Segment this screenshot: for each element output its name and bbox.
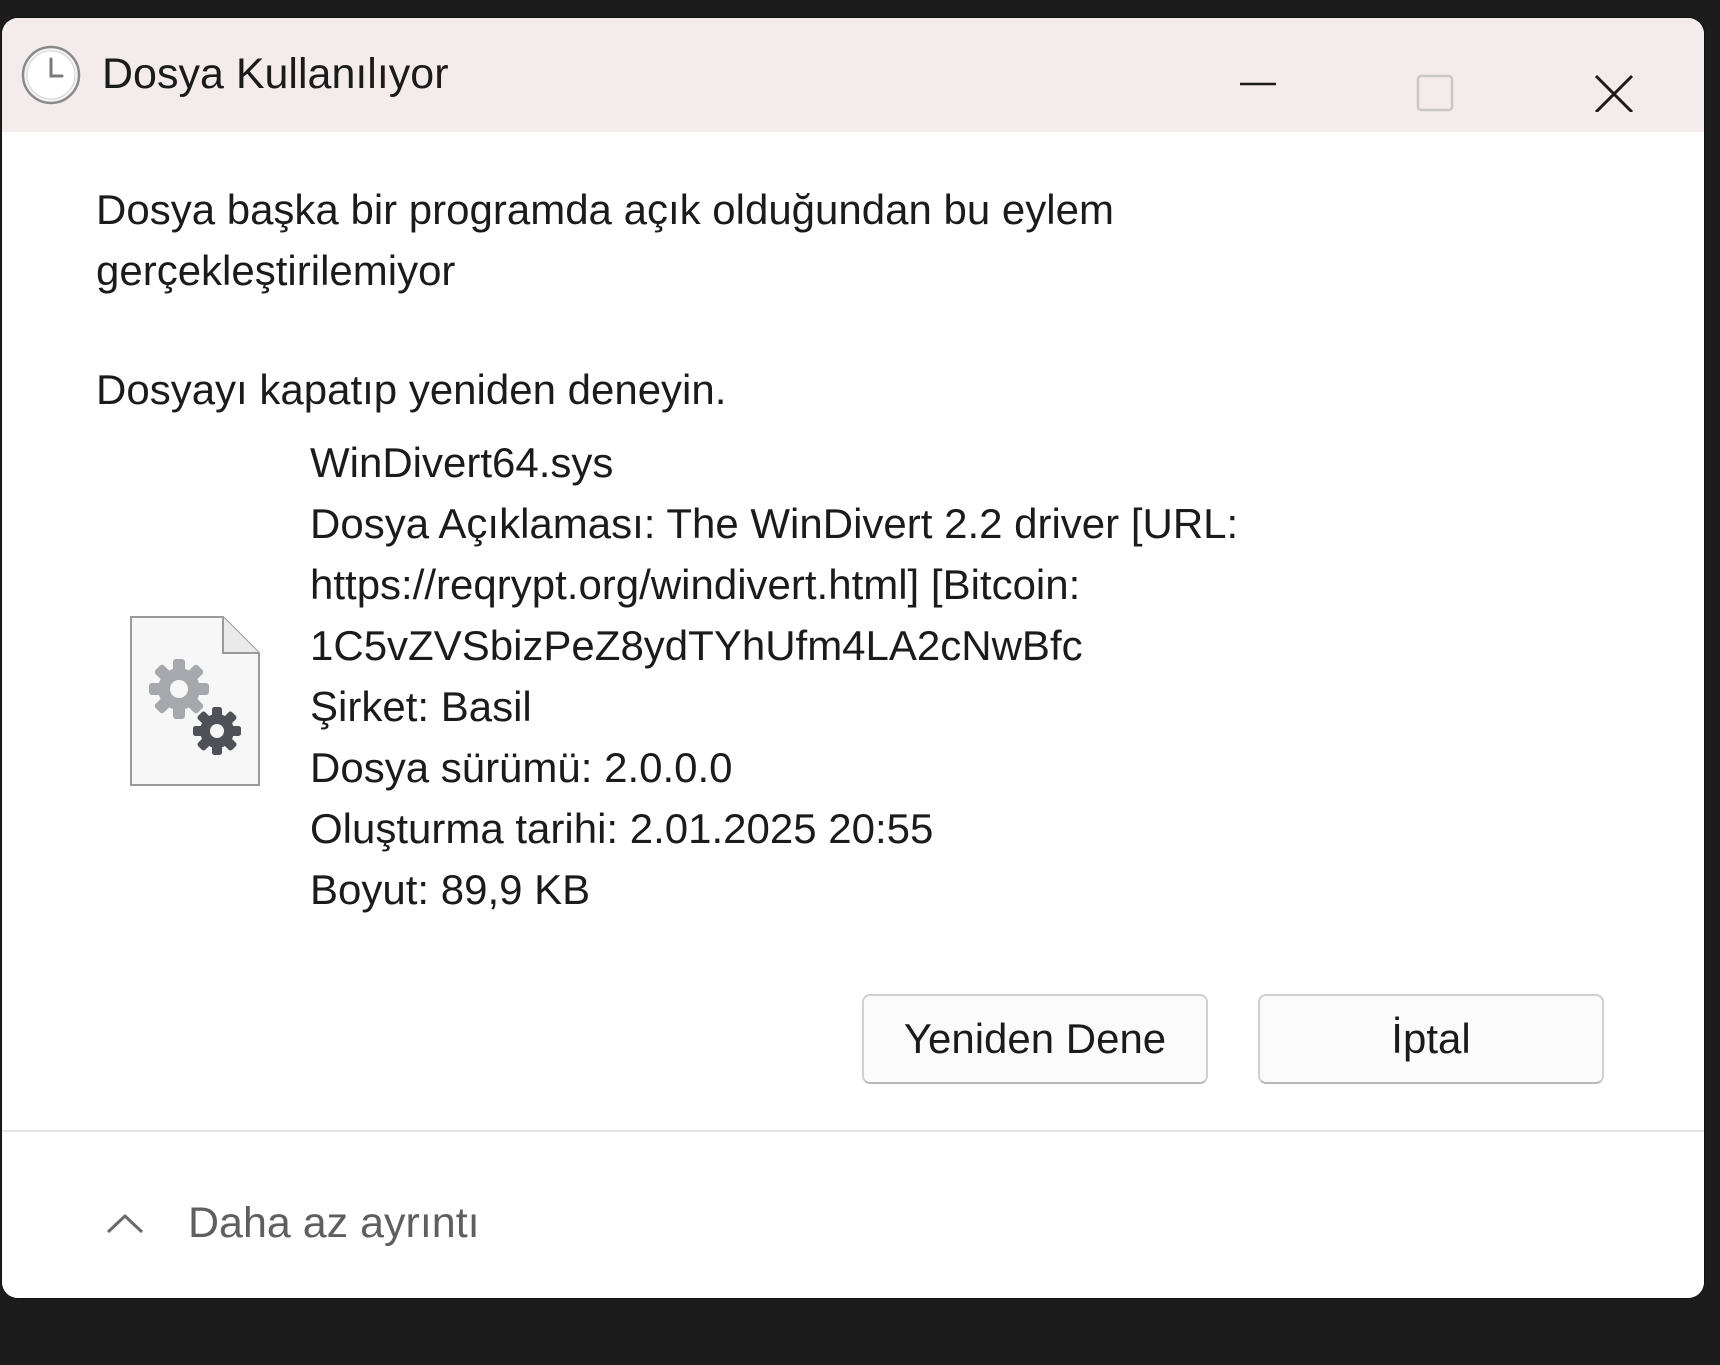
dialog-content: Dosya başka bir programda açık olduğunda… (2, 132, 1704, 1148)
minimize-icon (1240, 82, 1276, 86)
error-message-line1: Dosya başka bir programda açık olduğunda… (96, 186, 1114, 233)
fewer-details-label: Daha az ayrıntı (188, 1198, 480, 1247)
close-icon (1594, 74, 1634, 112)
system-file-gear-icon (130, 616, 260, 786)
file-description-line1: Dosya Açıklaması: The WinDivert 2.2 driv… (310, 500, 1239, 547)
fewer-details-toggle[interactable]: Daha az ayrıntı (102, 1188, 480, 1258)
file-company: Şirket: Basil (310, 683, 532, 730)
file-size: Boyut: 89,9 KB (310, 866, 591, 913)
maximize-button[interactable] (1375, 38, 1495, 112)
chevron-up-icon (106, 1214, 144, 1234)
file-details: WinDivert64.sys Dosya Açıklaması: The Wi… (310, 432, 1238, 920)
file-name: WinDivert64.sys (310, 439, 614, 486)
close-button[interactable] (1554, 38, 1674, 112)
title-bar[interactable]: Dosya Kullanılıyor (2, 18, 1704, 132)
error-message: Dosya başka bir programda açık olduğunda… (96, 179, 1114, 301)
dialog-footer: Daha az ayrıntı (2, 1130, 1704, 1298)
file-created: Oluşturma tarihi: 2.01.2025 20:55 (310, 805, 934, 852)
file-in-use-dialog: Dosya Kullanılıyor Dosya başka bir progr… (2, 18, 1704, 1298)
maximize-icon (1416, 74, 1454, 112)
file-version: Dosya sürümü: 2.0.0.0 (310, 744, 733, 791)
window-title: Dosya Kullanılıyor (102, 50, 449, 98)
file-description-line2: https://reqrypt.org/windivert.html] [Bit… (310, 561, 1081, 608)
minimize-button[interactable] (1198, 38, 1318, 112)
file-description-line3: 1C5vZVSbizPeZ8ydTYhUfm4LA2cNwBfc (310, 622, 1083, 669)
retry-button[interactable]: Yeniden Dene (862, 994, 1208, 1084)
error-message-line2: gerçekleştirilemiyor (96, 247, 456, 294)
cancel-button[interactable]: İptal (1258, 994, 1604, 1084)
hint-message: Dosyayı kapatıp yeniden deneyin. (96, 366, 727, 413)
clock-icon (21, 45, 81, 105)
